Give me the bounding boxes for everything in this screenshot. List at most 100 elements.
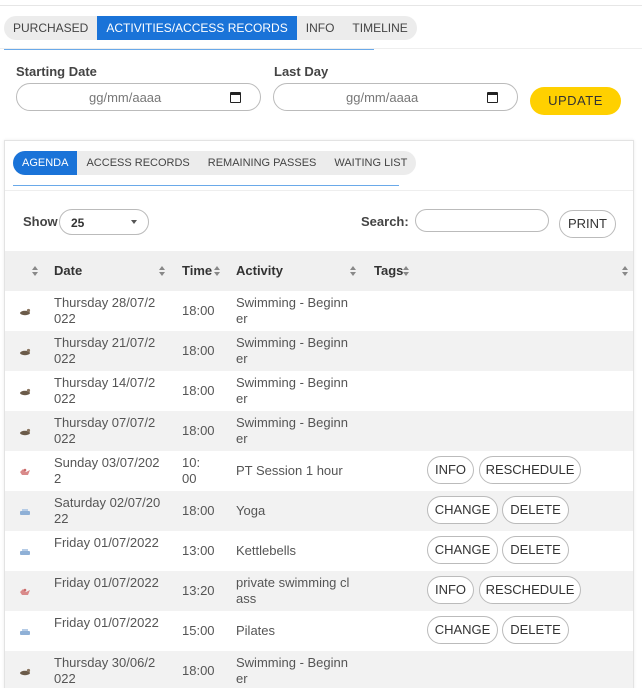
column-header-activity[interactable]: Activity: [236, 263, 283, 278]
time-cell: 18:00: [182, 383, 215, 398]
calendar-icon[interactable]: [487, 92, 498, 103]
delete-button[interactable]: DELETE: [502, 496, 569, 524]
activity-cell: private swimming class: [236, 575, 350, 606]
sort-icon[interactable]: [214, 266, 221, 276]
show-label: Show: [23, 214, 58, 229]
date-cell: Thursday 30/06/2022: [54, 655, 156, 686]
class-icon: [19, 505, 31, 515]
activity-cell: Kettlebells: [236, 543, 296, 558]
activity-cell: Swimming - Beginner: [236, 375, 348, 406]
time-cell: 13:00: [182, 543, 215, 558]
pt-icon: [19, 465, 31, 475]
sort-icon[interactable]: [350, 266, 357, 276]
tab-access-records[interactable]: ACCESS RECORDS: [77, 151, 198, 175]
tab-purchased[interactable]: PURCHASED: [4, 16, 97, 40]
activity-cell: Pilates: [236, 623, 276, 638]
class-icon: [19, 545, 31, 555]
table-row: Friday 01/07/2022 13:00 Kettlebells CHANGE D…: [5, 531, 633, 571]
time-cell: 18:00: [182, 303, 215, 318]
swim-icon: [19, 425, 31, 436]
sub-tab-bar: AGENDA ACCESS RECORDS REMAINING PASSES W…: [13, 151, 417, 175]
date-cell: Saturday 02/07/2022: [54, 495, 161, 526]
update-button[interactable]: UPDATE: [530, 87, 621, 115]
swim-icon: [19, 345, 31, 356]
page-length-select[interactable]: 25: [59, 209, 149, 235]
top-tab-bar: PURCHASED ACTIVITIES/ACCESS RECORDS INFO…: [4, 16, 417, 40]
page-length-value: 25: [71, 216, 85, 230]
search-label: Search:: [361, 214, 409, 229]
swim-icon: [19, 665, 31, 676]
column-header-time[interactable]: Time: [182, 263, 212, 278]
tab-timeline[interactable]: TIMELINE: [343, 16, 416, 40]
activity-cell: Swimming - Beginner: [236, 415, 348, 446]
table-row: Thursday 07/07/2022 18:00 Swimming - Begin…: [5, 411, 633, 451]
last-day-label: Last Day: [274, 64, 329, 79]
table-row: Friday 01/07/2022 15:00 Pilates CHANGE DELET…: [5, 611, 633, 651]
reschedule-button[interactable]: RESCHEDULE: [479, 576, 581, 604]
time-cell: 18:00: [182, 503, 215, 518]
last-day-input[interactable]: gg/mm/aaaa: [273, 83, 518, 111]
table-row: Sunday 03/07/2022 10:00 PT Session 1 hour I…: [5, 451, 633, 491]
sort-icon[interactable]: [403, 266, 410, 276]
column-header-tags[interactable]: Tags: [374, 263, 403, 278]
date-cell: Thursday 28/07/2022: [54, 295, 156, 326]
change-button[interactable]: CHANGE: [427, 616, 498, 644]
time-cell: 18:00: [182, 663, 215, 678]
swim-icon: [19, 305, 31, 316]
activity-cell: PT Session 1 hour: [236, 463, 343, 478]
time-cell: 13:20: [182, 583, 215, 598]
time-cell: 18:00: [182, 423, 215, 438]
time-cell: 10:00: [182, 455, 201, 486]
tab-agenda[interactable]: AGENDA: [13, 151, 78, 175]
divider: [5, 190, 633, 191]
delete-button[interactable]: DELETE: [502, 536, 569, 564]
tab-activities-access-records[interactable]: ACTIVITIES/ACCESS RECORDS: [97, 16, 297, 40]
calendar-icon[interactable]: [230, 92, 241, 103]
search-input[interactable]: [415, 209, 549, 232]
date-cell: Sunday 03/07/2022: [54, 455, 160, 486]
pt-icon: [19, 585, 31, 595]
activity-cell: Swimming - Beginner: [236, 655, 348, 686]
column-header-date[interactable]: Date: [54, 263, 82, 278]
activity-cell: Yoga: [236, 503, 266, 518]
table-row: Thursday 28/07/2022 18:00 Swimming - Begin…: [5, 291, 633, 331]
delete-button[interactable]: DELETE: [502, 616, 569, 644]
time-cell: 15:00: [182, 623, 215, 638]
tab-remaining-passes[interactable]: REMAINING PASSES: [199, 151, 326, 175]
date-cell: Thursday 14/07/2022: [54, 375, 156, 406]
table-row: Thursday 30/06/2022 18:00 Swimming - Begin…: [5, 651, 633, 688]
table-header: Date Time Activity Tags: [5, 251, 633, 291]
table-row: Friday 01/07/2022 13:20 private swimming c…: [5, 571, 633, 611]
date-cell: Friday 01/07/2022: [54, 575, 159, 590]
change-button[interactable]: CHANGE: [427, 536, 498, 564]
print-button[interactable]: PRINT: [559, 210, 616, 238]
sub-tab-underline: [13, 185, 399, 186]
info-button[interactable]: INFO: [427, 576, 474, 604]
table-row: Thursday 14/07/2022 18:00 Swimming - Begin…: [5, 371, 633, 411]
activity-cell: Swimming - Beginner: [236, 335, 348, 366]
starting-date-placeholder: gg/mm/aaaa: [89, 90, 162, 105]
starting-date-label: Starting Date: [16, 64, 97, 79]
sort-icon[interactable]: [159, 266, 166, 276]
date-cell: Friday 01/07/2022: [54, 535, 159, 550]
date-cell: Thursday 07/07/2022: [54, 415, 156, 446]
table-row: Thursday 21/07/2022 18:00 Swimming - Begin…: [5, 331, 633, 371]
starting-date-input[interactable]: gg/mm/aaaa: [16, 83, 261, 111]
change-button[interactable]: CHANGE: [427, 496, 498, 524]
activity-cell: Swimming - Beginner: [236, 295, 348, 326]
sort-icon[interactable]: [32, 266, 39, 276]
info-button[interactable]: INFO: [427, 456, 474, 484]
date-cell: Friday 01/07/2022: [54, 615, 159, 630]
time-cell: 18:00: [182, 343, 215, 358]
top-tab-underline: [4, 49, 374, 50]
top-tab-area: PURCHASED ACTIVITIES/ACCESS RECORDS INFO…: [0, 5, 642, 50]
divider: [0, 48, 642, 49]
reschedule-button[interactable]: RESCHEDULE: [479, 456, 581, 484]
date-cell: Thursday 21/07/2022: [54, 335, 156, 366]
table-row: Saturday 02/07/2022 18:00 Yoga CHANGE DELETE: [5, 491, 633, 531]
sort-icon[interactable]: [622, 266, 629, 276]
last-day-placeholder: gg/mm/aaaa: [346, 90, 419, 105]
chevron-down-icon: [131, 220, 137, 224]
tab-waiting-list[interactable]: WAITING LIST: [325, 151, 416, 175]
tab-info[interactable]: INFO: [297, 16, 344, 40]
